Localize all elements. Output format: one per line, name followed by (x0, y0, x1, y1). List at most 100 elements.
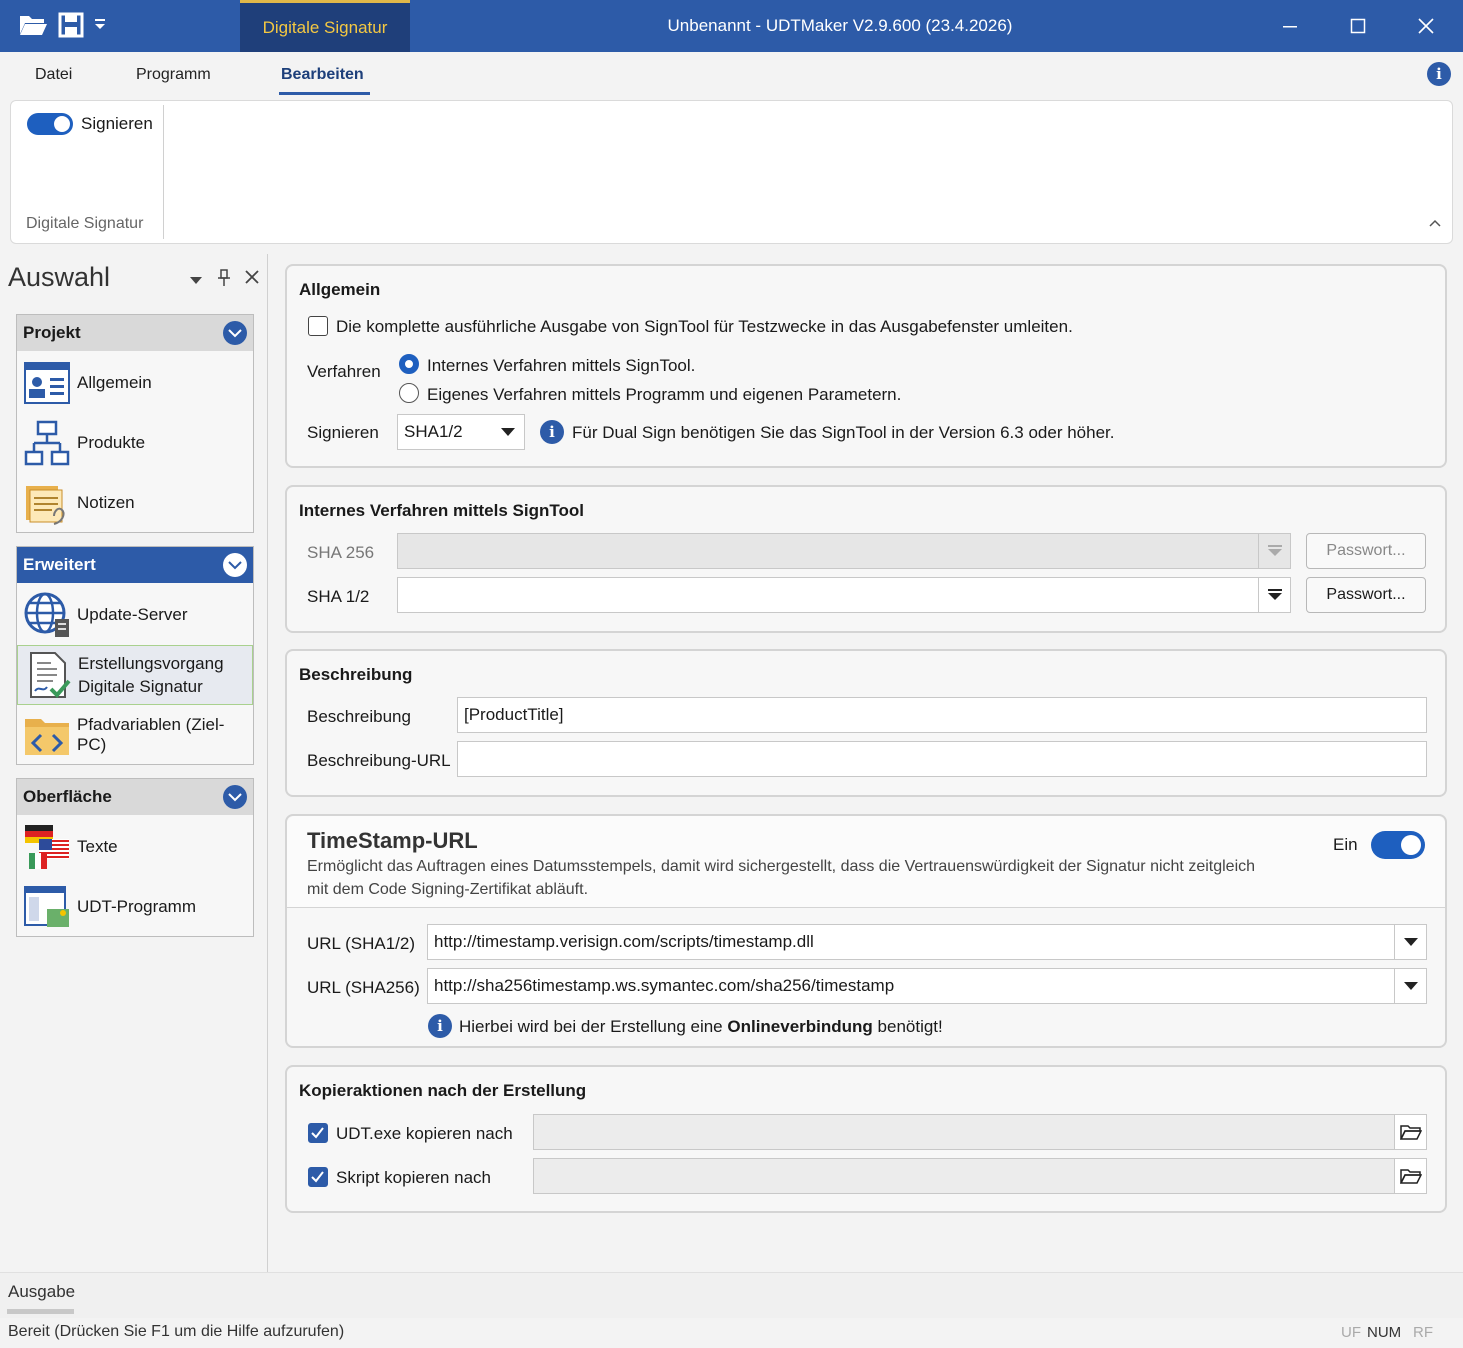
url-sha256-label: URL (SHA256) (307, 978, 420, 997)
sign-toggle[interactable]: Signieren (27, 113, 153, 135)
output-tab-strip: Ausgabe (0, 1272, 1463, 1318)
signieren-label: Signieren (307, 423, 379, 442)
tab-bearbeiten[interactable]: Bearbeiten (281, 66, 364, 84)
chevron-down-icon[interactable] (1258, 578, 1290, 612)
status-text: Bereit (Drücken Sie F1 um die Hilfe aufz… (8, 1323, 345, 1340)
group-header-projekt[interactable]: Projekt (17, 315, 253, 351)
quick-access-dropdown-icon[interactable] (92, 16, 108, 32)
skript-copy-label: Skript kopieren nach (336, 1168, 491, 1187)
signieren-select[interactable]: SHA1/2 (397, 414, 525, 450)
pin-icon[interactable] (216, 269, 232, 287)
indicator-num: NUM (1367, 1324, 1402, 1341)
sidebar-item-texte[interactable]: Texte (17, 817, 253, 877)
hierarchy-icon (23, 419, 71, 467)
sidebar-item-produkte[interactable]: Produkte (17, 413, 253, 473)
notes-icon (23, 479, 71, 527)
indicator-rf: RF (1413, 1324, 1433, 1341)
udt-exe-copy-checkbox[interactable] (308, 1123, 328, 1143)
sha12-password-button[interactable]: Passwort... (1306, 577, 1426, 613)
sha12-certificate-select[interactable] (397, 577, 1291, 613)
radio-internes-verfahren[interactable] (399, 354, 419, 374)
ribbon-panel: Signieren Digitale Signatur (10, 100, 1453, 244)
skript-copy-checkbox[interactable] (308, 1167, 328, 1187)
radio-eigenes-verfahren[interactable] (399, 383, 419, 403)
chevron-down-icon[interactable] (1394, 969, 1426, 1003)
panel-allgemein: Allgemein Die komplette ausführliche Aus… (285, 264, 1447, 468)
chevron-down-icon[interactable] (223, 321, 247, 345)
sidebar-item-label: Produkte (77, 433, 146, 452)
chevron-down-icon[interactable] (1394, 925, 1426, 959)
sidebar-item-label: Update-Server (77, 605, 188, 624)
minimize-button[interactable] (1256, 0, 1324, 52)
sidebar-item-pfadvariablen[interactable]: Pfadvariablen (Ziel-PC) (17, 705, 253, 765)
group-header-oberflaeche[interactable]: Oberfläche (17, 779, 253, 815)
url-sha256-combobox[interactable]: http://sha256timestamp.ws.symantec.com/s… (427, 968, 1427, 1004)
group-label: Oberfläche (23, 787, 112, 806)
chevron-down-icon[interactable] (223, 785, 247, 809)
open-folder-icon[interactable] (18, 12, 48, 38)
sidebar-item-label: Pfadvariablen (Ziel-PC) (77, 715, 225, 754)
timestamp-description: Ermöglicht das Auftragen eines Datumsste… (307, 858, 1256, 898)
url-sha256-value: http://sha256timestamp.ws.symantec.com/s… (434, 976, 895, 995)
sha256-password-button: Passwort... (1306, 533, 1426, 569)
verbose-output-checkbox[interactable] (308, 316, 328, 336)
sidebar-item-notizen[interactable]: Notizen (17, 473, 253, 533)
sha256-certificate-select (397, 533, 1291, 569)
chevron-down-icon[interactable] (492, 415, 524, 449)
panel-internes-verfahren: Internes Verfahren mittels SignTool SHA … (285, 485, 1447, 633)
group-oberflaeche: Oberfläche Texte UDT-Programm (16, 778, 254, 937)
sidebar-item-label-line1: Erstellungsvorgang (78, 654, 224, 673)
pane-dropdown-icon[interactable] (188, 272, 204, 288)
panel-title: Allgemein (299, 280, 381, 299)
close-button[interactable] (1392, 0, 1460, 52)
sidebar-item-udt-programm[interactable]: UDT-Programm (17, 877, 253, 937)
selection-pane: Auswahl Projekt Allgemein Produkte Notiz… (0, 254, 268, 1272)
info-icon: i (428, 1014, 452, 1038)
folder-open-icon[interactable] (1394, 1115, 1426, 1149)
tab-datei[interactable]: Datei (35, 66, 72, 84)
maximize-button[interactable] (1324, 0, 1392, 52)
signieren-select-value: SHA1/2 (404, 422, 463, 441)
ausgabe-tab-indicator (7, 1309, 74, 1314)
radio-eigenes-label: Eigenes Verfahren mittels Programm und e… (427, 385, 902, 404)
indicator-uf: UF (1341, 1324, 1361, 1341)
title-bar: Digitale Signatur Unbenannt - UDTMaker V… (0, 0, 1463, 52)
sha12-label: SHA 1/2 (307, 587, 370, 606)
sidebar-item-label: Allgemein (77, 373, 152, 392)
udt-exe-copy-label: UDT.exe kopieren nach (336, 1124, 513, 1143)
group-header-erweitert[interactable]: Erweitert (17, 547, 253, 583)
online-note-bold: Onlineverbindung (727, 1017, 873, 1036)
udt-exe-target-input[interactable] (533, 1114, 1427, 1150)
sidebar-item-allgemein[interactable]: Allgemein (17, 353, 253, 413)
url-sha12-combobox[interactable]: http://timestamp.verisign.com/scripts/ti… (427, 924, 1427, 960)
group-projekt: Projekt Allgemein Produkte Notizen (16, 314, 254, 533)
close-pane-icon[interactable] (245, 270, 259, 284)
beschreibung-input[interactable]: [ProductTitle] (457, 697, 1427, 733)
pane-title: Auswahl (8, 262, 111, 292)
collapse-ribbon-icon[interactable] (1427, 215, 1443, 231)
save-icon[interactable] (58, 12, 84, 38)
tab-programm[interactable]: Programm (136, 66, 211, 84)
help-info-icon[interactable]: i (1427, 62, 1451, 86)
globe-server-icon (23, 591, 71, 639)
context-tab-digitale-signatur[interactable]: Digitale Signatur (240, 0, 410, 52)
sidebar-item-label: Texte (77, 837, 118, 856)
sidebar-item-update-server[interactable]: Update-Server (17, 585, 253, 645)
verfahren-label: Verfahren (307, 362, 381, 381)
contact-card-icon (23, 359, 71, 407)
verbose-output-label: Die komplette ausführliche Ausgabe von S… (336, 317, 1073, 336)
toggle-knob (1401, 835, 1421, 855)
sign-toggle-switch[interactable] (27, 113, 73, 135)
folder-open-icon[interactable] (1394, 1159, 1426, 1193)
skript-target-input[interactable] (533, 1158, 1427, 1194)
timestamp-toggle[interactable] (1371, 831, 1425, 859)
ribbon-tab-strip: Datei Programm Bearbeiten i (0, 52, 1463, 98)
chevron-down-icon[interactable] (223, 553, 247, 577)
sign-toggle-label: Signieren (81, 114, 153, 133)
panel-beschreibung: Beschreibung Beschreibung [ProductTitle]… (285, 649, 1447, 797)
sidebar-item-label-line2: Digitale Signatur (78, 677, 203, 696)
beschreibung-url-input[interactable] (457, 741, 1427, 777)
url-sha12-label: URL (SHA1/2) (307, 934, 416, 953)
sidebar-item-erstellungsvorgang[interactable]: Erstellungsvorgang Digitale Signatur (17, 645, 253, 705)
tab-ausgabe[interactable]: Ausgabe (8, 1282, 75, 1302)
